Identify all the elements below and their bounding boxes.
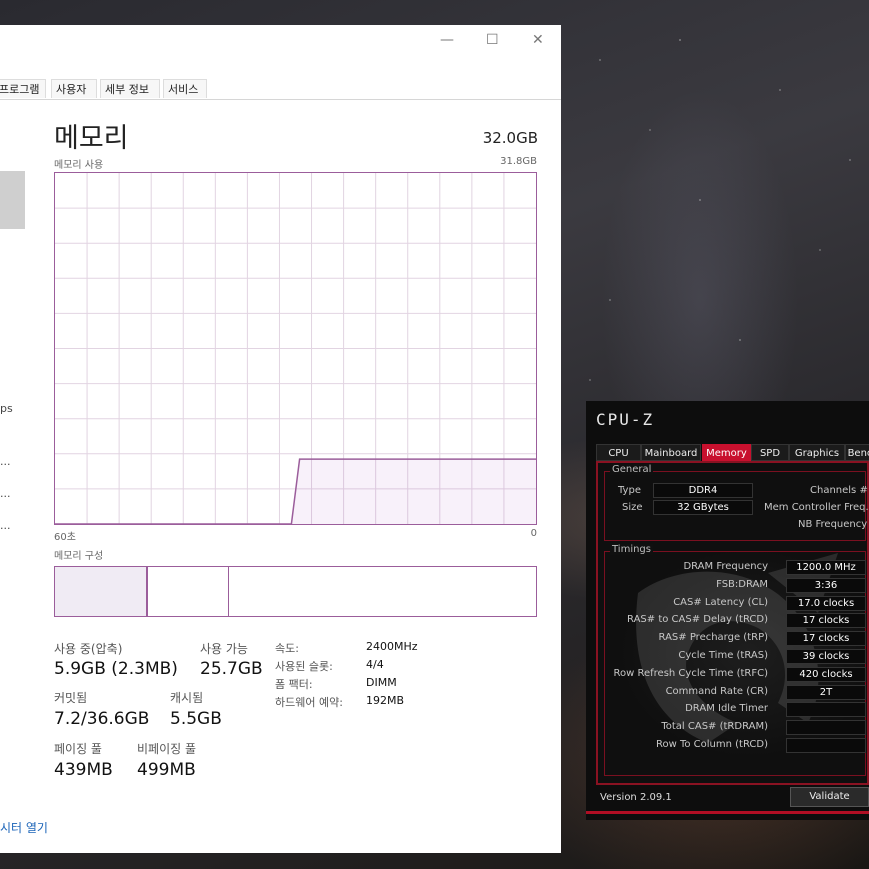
tab-bar: 프로그램 사용자 세부 정보 서비스: [0, 79, 561, 100]
committed-label: 커밋됨: [54, 691, 88, 705]
memory-composition-bar: [54, 566, 537, 617]
form-factor-label: 폼 팩터:: [275, 678, 313, 691]
timing-value: 420 clocks: [786, 666, 866, 682]
graph-time-right: 0: [530, 528, 537, 539]
accent-bar: [586, 811, 869, 814]
tab-users[interactable]: 사용자: [51, 79, 97, 98]
timing-label: RAS# Precharge (tRP): [658, 632, 768, 644]
general-group-title: General: [610, 464, 654, 475]
size-value: 32 GBytes: [653, 500, 753, 515]
memory-usage-chart: [55, 173, 536, 525]
tab-bench[interactable]: Benc: [845, 444, 869, 461]
close-button[interactable]: ✕: [532, 32, 544, 48]
timing-value: 17 clocks: [786, 631, 866, 647]
sidebar-item-fragment[interactable]: ...: [0, 487, 11, 500]
maximize-button[interactable]: ☐: [486, 32, 499, 48]
timing-label: Command Rate (CR): [665, 685, 768, 697]
available-label: 사용 가능: [200, 642, 248, 656]
committed-value: 7.2/36.6GB: [54, 709, 150, 729]
total-memory: 32.0GB: [482, 129, 538, 147]
channels-label: Channels #: [810, 485, 868, 496]
slots-used-value: 4/4: [366, 658, 384, 671]
mem-controller-freq-label: Mem Controller Freq.: [764, 502, 869, 513]
memory-panel: General Type DDR4 Size 32 GBytes Channel…: [596, 461, 869, 785]
timing-label: DRAM Idle Timer: [685, 703, 768, 715]
cached-label: 캐시됨: [170, 691, 204, 705]
timing-label: FSB:DRAM: [716, 578, 768, 590]
tab-graphics[interactable]: Graphics: [789, 444, 845, 461]
timing-value: 3:36: [786, 577, 866, 593]
open-resource-monitor-link[interactable]: 시터 열기: [0, 819, 48, 836]
composition-in-use: [55, 567, 147, 616]
timing-label: DRAM Frequency: [683, 561, 768, 572]
composition-modified: [147, 567, 229, 616]
task-manager-window: — ☐ ✕ 프로그램 사용자 세부 정보 서비스 ps ... ... ... …: [0, 25, 561, 853]
cached-value: 5.5GB: [170, 709, 222, 729]
timing-value: 17.0 clocks: [786, 595, 866, 611]
graph-max-label: 31.8GB: [500, 156, 537, 167]
form-factor-value: DIMM: [366, 676, 397, 689]
graph-time-left: 60초: [54, 532, 76, 543]
timing-label: Row To Column (tRCD): [655, 739, 768, 750]
composition-label: 메모리 구성: [54, 551, 104, 562]
speed-value: 2400MHz: [366, 640, 418, 653]
paged-pool-label: 페이징 풀: [54, 742, 102, 756]
timing-value: 17 clocks: [786, 613, 866, 629]
minimize-button[interactable]: —: [440, 32, 454, 48]
sidebar-item-fragment[interactable]: ps: [0, 402, 13, 415]
sidebar-item-memory-selected[interactable]: [0, 171, 25, 229]
timing-label: Total CAS# (tRDRAM): [661, 721, 768, 733]
nonpaged-pool-value: 499MB: [137, 760, 196, 780]
timing-value: 1200.0 MHz: [786, 560, 866, 575]
tab-details[interactable]: 세부 정보: [100, 79, 160, 98]
slots-used-label: 사용된 슬롯:: [275, 660, 333, 673]
timing-value: [786, 738, 866, 753]
tab-memory[interactable]: Memory: [702, 444, 751, 461]
tab-programs[interactable]: 프로그램: [0, 79, 46, 98]
timings-group-title: Timings: [610, 544, 653, 555]
graph-label: 메모리 사용: [54, 160, 104, 171]
type-label: Type: [618, 485, 641, 496]
timing-value: [786, 720, 866, 736]
tab-services[interactable]: 서비스: [163, 79, 207, 98]
validate-button[interactable]: Validate: [790, 787, 869, 807]
hardware-reserved-value: 192MB: [366, 694, 405, 707]
tab-mainboard[interactable]: Mainboard: [641, 444, 701, 461]
in-use-label: 사용 중(압축): [54, 642, 123, 656]
cpuz-logo: CPU-Z: [596, 410, 655, 429]
sidebar-item-fragment[interactable]: ...: [0, 455, 11, 468]
speed-label: 속도:: [275, 642, 299, 655]
type-value: DDR4: [653, 483, 753, 498]
timing-value: [786, 702, 866, 718]
timing-value: 39 clocks: [786, 649, 866, 664]
timing-label: CAS# Latency (CL): [673, 596, 768, 608]
composition-standby: [229, 567, 536, 616]
sidebar-item-fragment[interactable]: ...: [0, 519, 11, 532]
size-label: Size: [622, 502, 643, 513]
nonpaged-pool-label: 비페이징 풀: [137, 742, 197, 756]
tab-spd[interactable]: SPD: [751, 444, 789, 461]
available-value: 25.7GB: [200, 659, 263, 679]
timing-label: RAS# to CAS# Delay (tRCD): [627, 614, 768, 626]
nb-frequency-label: NB Frequency: [798, 519, 868, 530]
hardware-reserved-label: 하드웨어 예약:: [275, 696, 343, 709]
tab-cpu[interactable]: CPU: [596, 444, 641, 461]
timing-label: Row Refresh Cycle Time (tRFC): [613, 667, 768, 679]
timing-value: 2T: [786, 684, 866, 700]
cpuz-window: CPU-Z CPU Mainboard Memory SPD Graphics …: [586, 401, 869, 820]
timing-label: Cycle Time (tRAS): [678, 650, 768, 661]
memory-usage-graph: [54, 172, 537, 525]
in-use-value: 5.9GB (2.3MB): [54, 659, 178, 679]
page-title: 메모리: [54, 123, 129, 154]
paged-pool-value: 439MB: [54, 760, 113, 780]
version-label: Version 2.09.1: [600, 792, 672, 803]
